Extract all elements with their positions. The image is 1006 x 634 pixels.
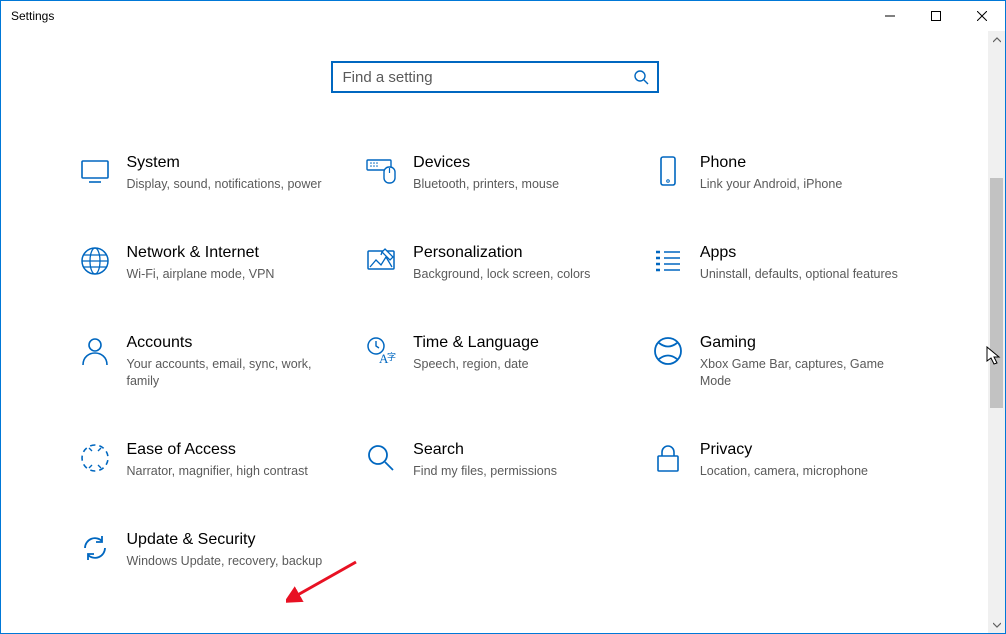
chevron-up-icon xyxy=(993,37,1001,43)
accounts-icon xyxy=(75,333,115,367)
network-icon xyxy=(75,243,115,277)
chevron-down-icon xyxy=(993,622,1001,628)
category-apps[interactable]: Apps Uninstall, defaults, optional featu… xyxy=(648,243,915,283)
category-title: Accounts xyxy=(127,333,336,352)
category-network[interactable]: Network & Internet Wi-Fi, airplane mode,… xyxy=(75,243,342,283)
category-update[interactable]: Update & Security Windows Update, recove… xyxy=(75,530,342,570)
category-desc: Xbox Game Bar, captures, Game Mode xyxy=(700,356,909,390)
category-personalization[interactable]: Personalization Background, lock screen,… xyxy=(361,243,628,283)
category-title: System xyxy=(127,153,336,172)
close-icon xyxy=(977,11,987,21)
category-phone[interactable]: Phone Link your Android, iPhone xyxy=(648,153,915,193)
minimize-icon xyxy=(885,11,895,21)
search-input[interactable] xyxy=(341,68,633,87)
category-desc: Uninstall, defaults, optional features xyxy=(700,266,909,283)
category-gaming[interactable]: Gaming Xbox Game Bar, captures, Game Mod… xyxy=(648,333,915,390)
category-title: Apps xyxy=(700,243,909,262)
search-category-icon xyxy=(361,440,401,474)
category-time[interactable]: A字 Time & Language Speech, region, date xyxy=(361,333,628,390)
scroll-down-button[interactable] xyxy=(988,616,1005,633)
category-devices[interactable]: Devices Bluetooth, printers, mouse xyxy=(361,153,628,193)
gaming-icon xyxy=(648,333,688,367)
category-desc: Windows Update, recovery, backup xyxy=(127,553,336,570)
category-system[interactable]: System Display, sound, notifications, po… xyxy=(75,153,342,193)
search-box[interactable] xyxy=(331,61,659,93)
time-icon: A字 xyxy=(361,333,401,367)
category-desc: Background, lock screen, colors xyxy=(413,266,622,283)
scroll-up-button[interactable] xyxy=(988,31,1005,48)
phone-icon xyxy=(648,153,688,187)
category-title: Privacy xyxy=(700,440,909,459)
category-desc: Display, sound, notifications, power xyxy=(127,176,336,193)
minimize-button[interactable] xyxy=(867,1,913,31)
search-icon xyxy=(633,69,649,85)
category-title: Update & Security xyxy=(127,530,336,549)
devices-icon xyxy=(361,153,401,187)
category-desc: Speech, region, date xyxy=(413,356,622,373)
privacy-icon xyxy=(648,440,688,474)
maximize-icon xyxy=(931,11,941,21)
close-button[interactable] xyxy=(959,1,1005,31)
apps-icon xyxy=(648,243,688,277)
settings-window: Settings xyxy=(0,0,1006,634)
scroll-thumb[interactable] xyxy=(990,178,1003,408)
vertical-scrollbar[interactable] xyxy=(988,31,1005,633)
category-desc: Narrator, magnifier, high contrast xyxy=(127,463,336,480)
titlebar: Settings xyxy=(1,1,1005,31)
window-title: Settings xyxy=(11,9,54,23)
update-icon xyxy=(75,530,115,564)
category-desc: Wi-Fi, airplane mode, VPN xyxy=(127,266,336,283)
category-desc: Link your Android, iPhone xyxy=(700,176,909,193)
category-title: Ease of Access xyxy=(127,440,336,459)
category-privacy[interactable]: Privacy Location, camera, microphone xyxy=(648,440,915,480)
category-search[interactable]: Search Find my files, permissions xyxy=(361,440,628,480)
category-title: Network & Internet xyxy=(127,243,336,262)
category-title: Personalization xyxy=(413,243,622,262)
category-title: Devices xyxy=(413,153,622,172)
category-ease[interactable]: Ease of Access Narrator, magnifier, high… xyxy=(75,440,342,480)
maximize-button[interactable] xyxy=(913,1,959,31)
category-title: Search xyxy=(413,440,622,459)
svg-text:字: 字 xyxy=(387,351,396,362)
system-icon xyxy=(75,153,115,187)
category-accounts[interactable]: Accounts Your accounts, email, sync, wor… xyxy=(75,333,342,390)
category-title: Gaming xyxy=(700,333,909,352)
category-desc: Your accounts, email, sync, work, family xyxy=(127,356,336,390)
category-desc: Bluetooth, printers, mouse xyxy=(413,176,622,193)
content-area: System Display, sound, notifications, po… xyxy=(1,31,988,633)
category-title: Time & Language xyxy=(413,333,622,352)
category-title: Phone xyxy=(700,153,909,172)
personalization-icon xyxy=(361,243,401,277)
category-desc: Find my files, permissions xyxy=(413,463,622,480)
categories-grid: System Display, sound, notifications, po… xyxy=(75,153,915,570)
scroll-track[interactable] xyxy=(988,48,1005,616)
category-desc: Location, camera, microphone xyxy=(700,463,909,480)
ease-icon xyxy=(75,440,115,474)
